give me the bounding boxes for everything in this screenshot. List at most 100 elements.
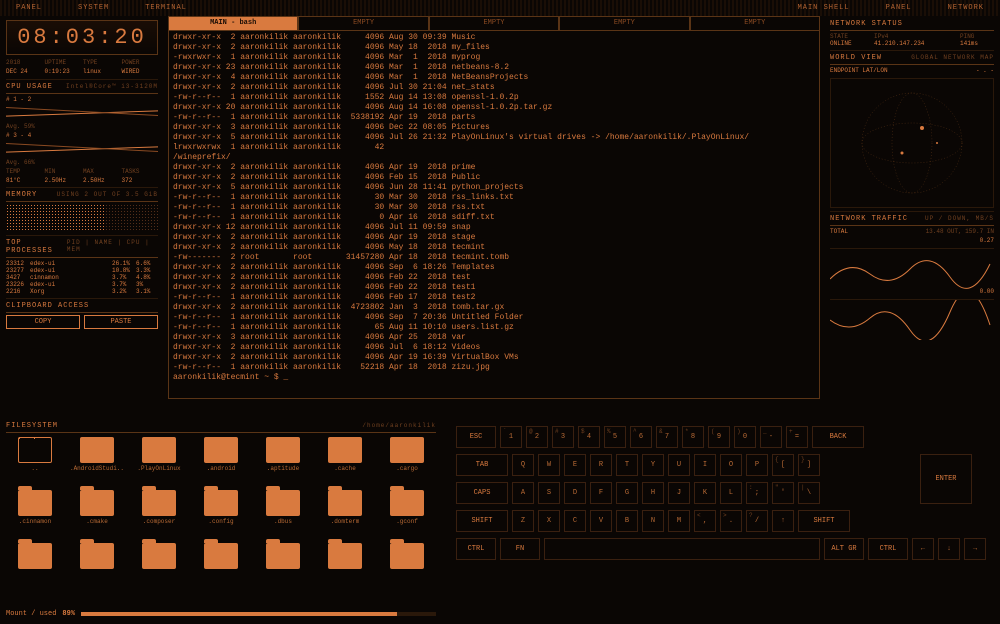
folder-item[interactable]: .android: [192, 437, 250, 486]
terminal-output[interactable]: drwxr-xr-x 2 aaronkilik aaronkilik 4096 …: [168, 31, 820, 399]
key-l[interactable]: L: [720, 482, 742, 504]
key-q[interactable]: Q: [512, 454, 534, 476]
key-i[interactable]: I: [694, 454, 716, 476]
traffic-up-chart: [830, 248, 994, 288]
key-shift[interactable]: SHIFT: [456, 510, 508, 532]
folder-item[interactable]: .cargo: [378, 437, 436, 486]
key-\[interactable]: |\: [798, 482, 820, 504]
key-n[interactable]: N: [642, 510, 664, 532]
key-ctrl[interactable]: CTRL: [868, 538, 908, 560]
top-label: PANEL: [878, 4, 920, 12]
key-5[interactable]: %5: [604, 426, 626, 448]
key-7[interactable]: &7: [656, 426, 678, 448]
key-b[interactable]: B: [616, 510, 638, 532]
folder-item[interactable]: .cinnamon: [6, 490, 64, 539]
folder-item[interactable]: .dbus: [254, 490, 312, 539]
terminal-tab[interactable]: EMPTY: [429, 16, 559, 31]
globe-icon: [830, 78, 994, 208]
folder-item[interactable]: [254, 543, 312, 585]
key-g[interactable]: G: [616, 482, 638, 504]
key-t[interactable]: T: [616, 454, 638, 476]
folder-item[interactable]: [378, 543, 436, 585]
key-y[interactable]: Y: [642, 454, 664, 476]
key-h[interactable]: H: [642, 482, 664, 504]
key-c[interactable]: C: [564, 510, 586, 532]
key-6[interactable]: ^6: [630, 426, 652, 448]
key-0[interactable]: )0: [734, 426, 756, 448]
key-1[interactable]: `1: [500, 426, 522, 448]
key-;[interactable]: :;: [746, 482, 768, 504]
key-'[interactable]: "': [772, 482, 794, 504]
key-,[interactable]: <,: [694, 510, 716, 532]
folder-item[interactable]: .domterm: [316, 490, 374, 539]
key-x[interactable]: X: [538, 510, 560, 532]
key-3[interactable]: #3: [552, 426, 574, 448]
key-→[interactable]: →: [964, 538, 986, 560]
key-fn[interactable]: FN: [500, 538, 540, 560]
key-/[interactable]: ?/: [746, 510, 768, 532]
folder-item[interactable]: .AndroidStudi..: [68, 437, 126, 486]
key-9[interactable]: (9: [708, 426, 730, 448]
key-[[interactable]: {[: [772, 454, 794, 476]
folder-item[interactable]: .config: [192, 490, 250, 539]
key-ctrl[interactable]: CTRL: [456, 538, 496, 560]
key-][interactable]: }]: [798, 454, 820, 476]
key-.[interactable]: >.: [720, 510, 742, 532]
key-s[interactable]: S: [538, 482, 560, 504]
key-=[interactable]: +=: [786, 426, 808, 448]
key-a[interactable]: A: [512, 482, 534, 504]
folder-item[interactable]: [68, 543, 126, 585]
key-4[interactable]: $4: [578, 426, 600, 448]
key-2[interactable]: @2: [526, 426, 548, 448]
traffic-title: NETWORK TRAFFIC: [830, 215, 908, 223]
folder-item[interactable]: [6, 543, 64, 585]
key-j[interactable]: J: [668, 482, 690, 504]
key-↓[interactable]: ↓: [938, 538, 960, 560]
folder-item[interactable]: [130, 543, 188, 585]
key-k[interactable]: K: [694, 482, 716, 504]
key-←[interactable]: ←: [912, 538, 934, 560]
key-d[interactable]: D: [564, 482, 586, 504]
key-space[interactable]: [544, 538, 820, 560]
key-back[interactable]: BACK: [812, 426, 864, 448]
key-v[interactable]: V: [590, 510, 612, 532]
folder-item[interactable]: .cache: [316, 437, 374, 486]
terminal-tab[interactable]: EMPTY: [298, 16, 428, 31]
key-z[interactable]: Z: [512, 510, 534, 532]
copy-button[interactable]: COPY: [6, 315, 80, 329]
folder-item[interactable]: ..: [6, 437, 64, 486]
key-e[interactable]: E: [564, 454, 586, 476]
key-alt gr[interactable]: ALT GR: [824, 538, 864, 560]
folder-item[interactable]: .composer: [130, 490, 188, 539]
folder-item[interactable]: .PlayOnLinux: [130, 437, 188, 486]
key-enter[interactable]: ENTER: [920, 454, 972, 504]
key-m[interactable]: M: [668, 510, 690, 532]
key-f[interactable]: F: [590, 482, 612, 504]
folder-item[interactable]: .gconf: [378, 490, 436, 539]
key-w[interactable]: W: [538, 454, 560, 476]
folder-icon: [390, 490, 424, 516]
mount-bar: Mount / used 89%: [6, 610, 436, 618]
folder-icon: [328, 437, 362, 463]
key-o[interactable]: O: [720, 454, 742, 476]
key-r[interactable]: R: [590, 454, 612, 476]
key-shift[interactable]: SHIFT: [798, 510, 850, 532]
terminal-tab[interactable]: EMPTY: [559, 16, 689, 31]
key-p[interactable]: P: [746, 454, 768, 476]
key--[interactable]: _-: [760, 426, 782, 448]
network-status-title: NETWORK STATUS: [830, 20, 903, 28]
folder-item[interactable]: .cmake: [68, 490, 126, 539]
key-u[interactable]: U: [668, 454, 690, 476]
folder-item[interactable]: .aptitude: [254, 437, 312, 486]
folder-item[interactable]: [316, 543, 374, 585]
folder-item[interactable]: [192, 543, 250, 585]
keyboard: ESC`1@2#3$4%5^6&7*8(9)0_-+=BACKTABQWERTY…: [442, 416, 1000, 624]
key-↑[interactable]: ↑: [772, 510, 794, 532]
key-tab[interactable]: TAB: [456, 454, 508, 476]
terminal-tab[interactable]: EMPTY: [690, 16, 820, 31]
paste-button[interactable]: PASTE: [84, 315, 158, 329]
terminal-tab[interactable]: MAIN - bash: [168, 16, 298, 31]
key-caps[interactable]: CAPS: [456, 482, 508, 504]
key-esc[interactable]: ESC: [456, 426, 496, 448]
key-8[interactable]: *8: [682, 426, 704, 448]
